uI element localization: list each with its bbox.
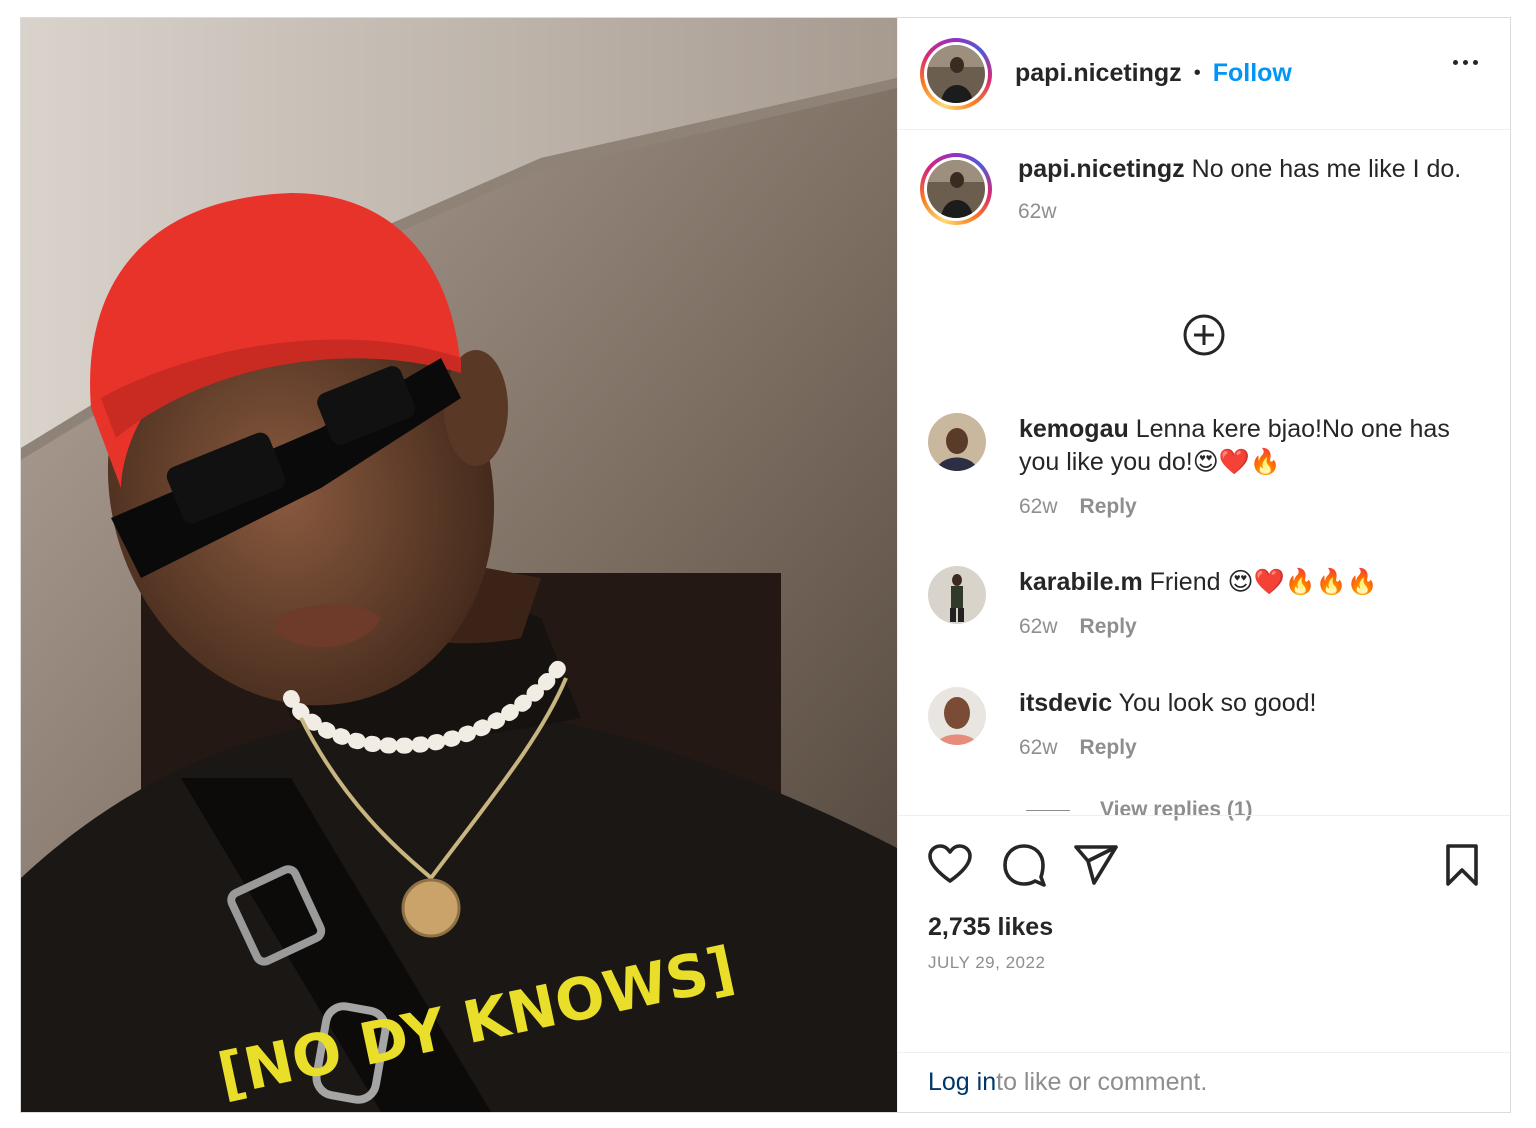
comment-item: kemogau Lenna kere bjao!No one has you l… [928,413,1480,519]
login-prompt: Log in to like or comment. [898,1052,1510,1112]
comment-text: itsdevic You look so good! [1019,687,1479,720]
post-caption: papi.nicetingz No one has me like I do. … [920,153,1480,225]
post-header: papi.nicetingz • Follow [898,18,1510,130]
reply-button[interactable]: Reply [1080,736,1137,760]
post-sidebar: papi.nicetingz • Follow papi.nicetingz N… [897,18,1510,1112]
comment-body: You look so good! [1112,689,1317,717]
comment-body: Friend 😍❤️🔥🔥🔥 [1142,568,1379,596]
load-more-comments-icon[interactable] [1182,313,1226,357]
comment-text: kemogau Lenna kere bjao!No one has you l… [1019,413,1479,479]
avatar-image [927,44,985,103]
likes-count[interactable]: 2,735 likes [928,913,1053,942]
caption-text: papi.nicetingz No one has me like I do. [1018,153,1468,186]
reply-button[interactable]: Reply [1080,615,1137,639]
caption-username[interactable]: papi.nicetingz [1018,155,1185,183]
caption-avatar[interactable] [920,153,992,225]
comment-username[interactable]: kemogau [1019,415,1129,443]
comment-age: 62w [1019,615,1058,638]
author-username[interactable]: papi.nicetingz [1015,59,1182,88]
post-date: JULY 29, 2022 [928,953,1046,972]
instagram-post: [NO DY KNOWS] papi.nicetingz • Follow pa… [20,17,1511,1113]
heart-icon[interactable] [926,841,974,889]
login-link[interactable]: Log in [928,1068,996,1097]
caption-body: No one has me like I do. [1184,155,1462,183]
comment-item: itsdevic You look so good! 62w Reply [928,687,1480,760]
author-avatar[interactable] [920,37,992,110]
comment-age: 62w [1019,495,1058,518]
comment-item: karabile.m Friend 😍❤️🔥🔥🔥 62w Reply [928,566,1480,639]
comment-text: karabile.m Friend 😍❤️🔥🔥🔥 [1019,566,1479,599]
avatar-image [927,160,985,218]
comment-age: 62w [1019,736,1058,759]
comment-icon[interactable] [1000,841,1048,889]
follow-button[interactable]: Follow [1213,59,1292,88]
login-prompt-text: to like or comment. [996,1068,1208,1096]
more-options-icon[interactable] [1453,60,1478,65]
share-icon[interactable] [1072,841,1120,889]
caption-age: 62w [1018,200,1057,223]
bookmark-icon[interactable] [1438,841,1486,889]
comments-section[interactable]: papi.nicetingz No one has me like I do. … [898,130,1510,821]
commenter-avatar[interactable] [928,413,986,471]
separator-dot: • [1193,62,1201,84]
replies-divider [1026,809,1070,811]
post-actions: 2,735 likes JULY 29, 2022 [898,815,1510,1052]
post-photo[interactable]: [NO DY KNOWS] [21,18,897,1112]
comment-username[interactable]: itsdevic [1019,689,1112,717]
reply-button[interactable]: Reply [1080,495,1137,519]
commenter-avatar[interactable] [928,566,986,624]
commenter-avatar[interactable] [928,687,986,745]
selfie-illustration: [NO DY KNOWS] [21,18,897,1112]
comment-username[interactable]: karabile.m [1019,568,1143,596]
